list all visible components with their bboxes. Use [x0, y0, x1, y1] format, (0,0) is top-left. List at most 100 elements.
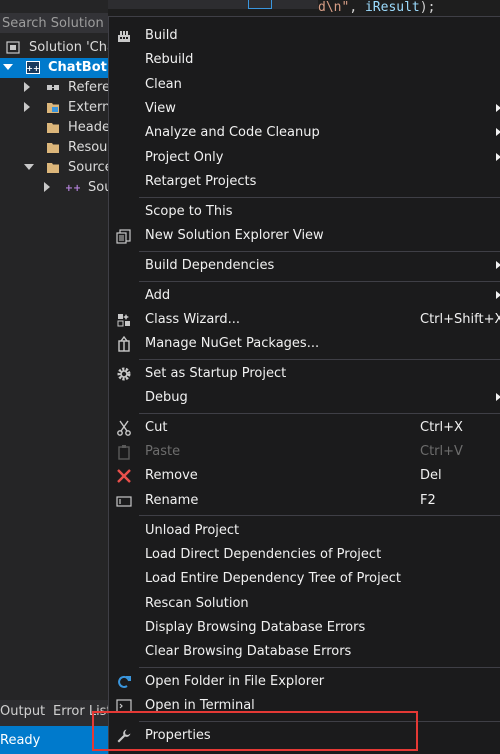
cpp-file-icon: ++ [66, 183, 80, 194]
menu-unload[interactable]: Unload Project [109, 519, 500, 543]
tree-item-headers[interactable]: Heade [0, 118, 108, 138]
submenu-arrow-icon [496, 128, 500, 136]
collapsed-arrow-icon [44, 182, 50, 192]
menu-separator [139, 515, 500, 516]
solution-label: Solution 'Cha [29, 40, 108, 55]
solution-search-input[interactable]: Search Solution Ex [0, 13, 108, 33]
menu-retarget[interactable]: Retarget Projects [109, 170, 500, 194]
menu-cut[interactable]: Cut Ctrl+X [109, 416, 500, 440]
tree-item-label: Refere [68, 80, 108, 95]
menu-class-wizard[interactable]: Class Wizard... Ctrl+Shift+X [109, 308, 500, 332]
submenu-arrow-icon [496, 291, 500, 299]
menu-shortcut: Del [420, 468, 442, 483]
menu-label: Rename [145, 493, 199, 508]
menu-separator [139, 197, 500, 198]
menu-label: Project Only [145, 150, 224, 165]
menu-separator [139, 281, 500, 282]
solution-explorer: Search Solution Ex Solution 'Cha ++ Chat… [0, 0, 108, 700]
expanded-arrow-icon [24, 164, 34, 170]
context-menu: Build Rebuild Clean View Analyze and Cod… [108, 16, 500, 754]
menu-shortcut: Ctrl+X [420, 420, 463, 435]
tree-item-source-file[interactable]: ++ Sou [0, 178, 108, 198]
menu-rename[interactable]: Rename F2 [109, 489, 500, 513]
menu-rescan[interactable]: Rescan Solution [109, 592, 500, 616]
menu-paste: Paste Ctrl+V [109, 440, 500, 464]
menu-label: Add [145, 288, 171, 303]
menu-label: Unload Project [145, 523, 240, 538]
folder-icon [47, 143, 59, 153]
menu-label: Load Direct Dependencies of Project [145, 547, 382, 562]
toolbar-strip [108, 0, 318, 9]
menu-clean[interactable]: Clean [109, 73, 500, 97]
package-icon [118, 336, 130, 352]
references-icon [47, 85, 59, 90]
menu-open-folder[interactable]: Open Folder in File Explorer [109, 670, 500, 694]
menu-label: Analyze and Code Cleanup [145, 125, 320, 140]
folder-icon [47, 103, 59, 113]
menu-separator [139, 251, 500, 252]
folder-icon [47, 163, 59, 173]
menu-load-tree[interactable]: Load Entire Dependency Tree of Project [109, 567, 500, 591]
tree-solution[interactable]: Solution 'Cha [0, 38, 108, 58]
tree-item-source[interactable]: Source [0, 158, 108, 178]
menu-new-view[interactable]: New Solution Explorer View [109, 224, 500, 248]
menu-scope[interactable]: Scope to This [109, 200, 500, 224]
menu-display-errors[interactable]: Display Browsing Database Errors [109, 616, 500, 640]
menu-label: Scope to This [145, 204, 233, 219]
menu-rebuild[interactable]: Rebuild [109, 48, 500, 72]
tree-item-label: Heade [68, 120, 108, 135]
menu-label: Debug [145, 390, 188, 405]
menu-label: New Solution Explorer View [145, 228, 324, 243]
menu-label: Rescan Solution [145, 596, 249, 611]
tree-item-label: Sou [88, 180, 108, 195]
refresh-arrow-icon [118, 675, 131, 688]
menu-project-only[interactable]: Project Only [109, 146, 500, 170]
tree-project-chatbot[interactable]: ++ ChatBot [0, 58, 108, 78]
tree-item-references[interactable]: Refere [0, 78, 108, 98]
search-placeholder: Search Solution Ex [2, 16, 108, 31]
svg-text:++: ++ [66, 183, 80, 194]
menu-analyze[interactable]: Analyze and Code Cleanup [109, 121, 500, 145]
new-view-icon [116, 229, 131, 244]
code-punct: , [349, 0, 365, 15]
menu-set-startup[interactable]: Set as Startup Project [109, 362, 500, 386]
tree-item-external[interactable]: Extern [0, 98, 108, 118]
code-editor-snippet: d\n", iResult); [318, 0, 500, 16]
tree-item-label: Resour [68, 140, 108, 155]
menu-debug[interactable]: Debug [109, 386, 500, 410]
menu-label: Load Entire Dependency Tree of Project [145, 571, 401, 586]
menu-separator [139, 359, 500, 360]
tree-item-label: Source [68, 160, 108, 175]
highlight-box-properties [92, 711, 418, 751]
submenu-arrow-icon [496, 104, 500, 112]
expanded-arrow-icon [3, 64, 13, 70]
menu-view[interactable]: View [109, 97, 500, 121]
class-wizard-icon [117, 314, 130, 327]
menu-label: Clean [145, 77, 182, 92]
menu-label: Set as Startup Project [145, 366, 287, 381]
project-label: ChatBot [48, 60, 107, 75]
collapsed-arrow-icon [24, 102, 30, 112]
menu-shortcut: F2 [420, 493, 436, 508]
menu-nuget[interactable]: Manage NuGet Packages... [109, 332, 500, 356]
menu-build-dependencies[interactable]: Build Dependencies [109, 254, 500, 278]
menu-build[interactable]: Build [109, 24, 500, 48]
menu-remove[interactable]: Remove Del [109, 464, 500, 488]
menu-clear-errors[interactable]: Clear Browsing Database Errors [109, 640, 500, 664]
menu-load-direct[interactable]: Load Direct Dependencies of Project [109, 543, 500, 567]
menu-label: View [145, 101, 176, 116]
toolbar-box-button[interactable] [248, 0, 272, 9]
menu-label: Manage NuGet Packages... [145, 336, 320, 351]
solution-icon [6, 41, 20, 54]
collapsed-arrow-icon [24, 82, 30, 92]
menu-separator [139, 413, 500, 414]
menu-label: Remove [145, 468, 198, 483]
cpp-project-icon: ++ [26, 61, 40, 74]
tree-item-resources[interactable]: Resour [0, 138, 108, 158]
tab-output[interactable]: Output [0, 704, 45, 719]
menu-add[interactable]: Add [109, 284, 500, 308]
menu-label: Rebuild [145, 52, 194, 67]
menu-separator [139, 667, 500, 668]
code-variable: iResult [364, 0, 420, 15]
submenu-arrow-icon [496, 261, 500, 269]
